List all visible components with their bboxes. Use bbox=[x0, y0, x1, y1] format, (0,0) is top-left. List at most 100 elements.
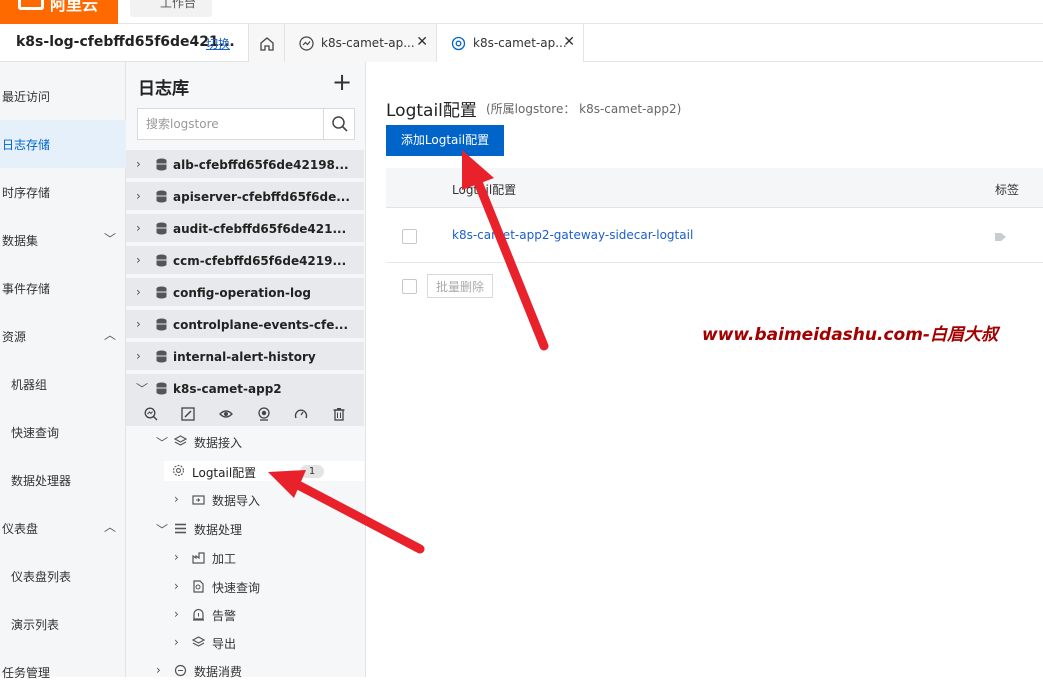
logtail-config-link[interactable]: k8s-camet-app2-gateway-sidecar-logtail bbox=[452, 228, 693, 242]
tree-label: 数据消费 bbox=[194, 665, 243, 679]
record-icon[interactable] bbox=[257, 407, 271, 421]
tab-row: k8s-log-cfebffd65f6de421... 切换 k8s-camet… bbox=[0, 24, 1043, 62]
nav-metric-storage[interactable]: 时序存储 bbox=[0, 168, 126, 216]
nav-dashboard[interactable]: 仪表盘 ︿ bbox=[0, 504, 126, 552]
nav-label: 仪表盘列表 bbox=[11, 570, 72, 584]
workbench-button[interactable]: 工作台 bbox=[130, 0, 212, 17]
nav-label: 数据集 bbox=[2, 234, 39, 248]
table-row: k8s-camet-app2-gateway-sidecar-logtail bbox=[386, 208, 1043, 263]
switch-project-link[interactable]: 切换 bbox=[206, 35, 230, 52]
nav-dashboard-list[interactable]: 仪表盘列表 bbox=[0, 552, 126, 600]
watermark: www.baimeidashu.com-白眉大叔 bbox=[702, 325, 998, 345]
add-logstore-icon[interactable]: + bbox=[332, 68, 352, 96]
database-icon bbox=[156, 286, 167, 299]
chevron-right-icon: › bbox=[174, 607, 179, 621]
gear-icon bbox=[172, 464, 185, 477]
logstore-item[interactable]: › config-operation-log bbox=[126, 278, 364, 308]
logstore-name: controlplane-events-cfe... bbox=[173, 318, 349, 332]
panel-title: 日志库 bbox=[138, 79, 189, 99]
logstore-item[interactable]: › apiserver-cfebffd65f6de... bbox=[126, 182, 364, 212]
logstore-name: audit-cfebffd65f6de421... bbox=[173, 222, 347, 236]
main-content: Logtail配置 (所属logstore： k8s-camet-app2) 添… bbox=[366, 62, 1043, 677]
database-icon bbox=[156, 382, 167, 395]
nav-label: 机器组 bbox=[11, 378, 48, 392]
tree-label: 数据接入 bbox=[194, 436, 243, 450]
gear-icon bbox=[451, 36, 466, 51]
tab-logtail-config[interactable]: k8s-camet-ap... ✕ bbox=[436, 24, 584, 62]
nav-machine-group[interactable]: 机器组 bbox=[0, 360, 126, 408]
logstore-name: internal-alert-history bbox=[173, 350, 316, 364]
list-icon bbox=[175, 523, 186, 534]
nav-data-processor[interactable]: 数据处理器 bbox=[0, 456, 126, 504]
left-nav: 最近访问 日志存储 时序存储 数据集 ﹀ 事件存储 资源 ︿ 机器组 快速查询 数据… bbox=[0, 62, 126, 680]
edit-icon[interactable] bbox=[181, 407, 195, 421]
add-logtail-config-button[interactable]: 添加Logtail配置 bbox=[386, 125, 504, 156]
logstore-item[interactable]: › internal-alert-history bbox=[126, 342, 364, 372]
database-icon bbox=[156, 254, 167, 267]
search-button[interactable] bbox=[323, 109, 354, 139]
home-icon bbox=[260, 37, 274, 51]
query-icon[interactable] bbox=[144, 407, 158, 421]
logstore-item[interactable]: › audit-cfebffd65f6de421... bbox=[126, 214, 364, 244]
close-icon[interactable]: ✕ bbox=[563, 34, 575, 50]
tree-logtail-config[interactable]: Logtail配置 1 bbox=[164, 461, 364, 481]
count-badge: 1 bbox=[300, 465, 324, 478]
nav-event-storage[interactable]: 事件存储 bbox=[0, 264, 126, 312]
database-icon bbox=[156, 222, 167, 235]
layers-icon bbox=[192, 636, 205, 647]
home-tab[interactable] bbox=[248, 24, 284, 62]
logstore-name: apiserver-cfebffd65f6de... bbox=[173, 190, 350, 204]
tag-icon[interactable] bbox=[995, 232, 1007, 242]
logstore-name: k8s-camet-app2 bbox=[173, 382, 282, 396]
tab-label: k8s-camet-ap... bbox=[321, 36, 415, 50]
page-title: Logtail配置 bbox=[386, 101, 477, 121]
nav-label: 任务管理 bbox=[2, 666, 51, 680]
database-icon bbox=[156, 190, 167, 203]
tree-label: Logtail配置 bbox=[192, 466, 257, 480]
eye-icon[interactable] bbox=[219, 407, 233, 421]
chevron-right-icon: › bbox=[136, 189, 141, 203]
tab-logstore-query[interactable]: k8s-camet-ap... ✕ bbox=[284, 24, 436, 62]
close-icon[interactable]: ✕ bbox=[416, 34, 428, 50]
chevron-right-icon: › bbox=[174, 635, 179, 649]
nav-task-management[interactable]: 任务管理 bbox=[0, 648, 126, 696]
nav-label: 最近访问 bbox=[2, 90, 51, 104]
logstore-item[interactable]: › ccm-cfebffd65f6de4219... bbox=[126, 246, 364, 276]
database-icon bbox=[156, 318, 167, 331]
nav-demo-list[interactable]: 演示列表 bbox=[0, 600, 126, 648]
row-checkbox[interactable] bbox=[402, 229, 417, 244]
nav-label: 快速查询 bbox=[11, 426, 60, 440]
nav-quick-query[interactable]: 快速查询 bbox=[0, 408, 126, 456]
logo-mark-icon bbox=[18, 0, 44, 10]
database-icon bbox=[156, 350, 167, 363]
logstore-item-expanded[interactable]: ﹀ k8s-camet-app2 bbox=[126, 374, 364, 402]
tree-label: 快速查询 bbox=[212, 581, 261, 595]
tree-label: 导出 bbox=[212, 637, 237, 651]
nav-dataset[interactable]: 数据集 ﹀ bbox=[0, 216, 126, 264]
batch-delete-button[interactable]: 批量删除 bbox=[427, 274, 493, 298]
logstore-item[interactable]: › alb-cfebffd65f6de42198... bbox=[126, 150, 364, 180]
aliyun-logo[interactable]: 阿里云 bbox=[0, 0, 118, 24]
tree-label: 数据处理 bbox=[194, 523, 243, 537]
tab-label: k8s-camet-ap... bbox=[473, 36, 567, 50]
top-bar: 阿里云 工作台 bbox=[0, 0, 1043, 24]
logstore-name: ccm-cfebffd65f6de4219... bbox=[173, 254, 347, 268]
tree-label: 数据导入 bbox=[212, 494, 261, 508]
chevron-down-icon: ﹀ bbox=[156, 523, 169, 537]
tree-label: 加工 bbox=[212, 552, 237, 566]
tree-label: 告警 bbox=[212, 609, 237, 623]
nav-log-storage[interactable]: 日志存储 bbox=[0, 120, 126, 168]
select-all-checkbox[interactable] bbox=[402, 279, 417, 294]
search-input[interactable] bbox=[138, 109, 324, 139]
gauge-icon[interactable] bbox=[294, 407, 308, 421]
logstore-item[interactable]: › controlplane-events-cfe... bbox=[126, 310, 364, 340]
document-search-icon bbox=[193, 580, 204, 593]
page-subtitle: (所属logstore： k8s-camet-app2) bbox=[486, 102, 682, 116]
delete-icon[interactable] bbox=[332, 407, 346, 421]
chevron-right-icon: › bbox=[136, 253, 141, 267]
nav-label: 资源 bbox=[2, 330, 27, 344]
logstore-name: config-operation-log bbox=[173, 286, 311, 300]
nav-recent[interactable]: 最近访问 bbox=[0, 72, 126, 120]
nav-resources[interactable]: 资源 ︿ bbox=[0, 312, 126, 360]
chevron-down-icon: ﹀ bbox=[136, 382, 149, 396]
